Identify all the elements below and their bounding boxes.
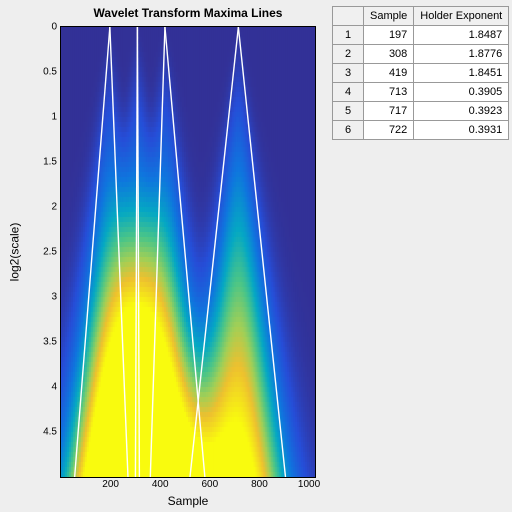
cell-holder: 0.3905 — [414, 83, 509, 102]
table-row: 23081.8776 — [333, 45, 509, 64]
x-tick: 400 — [152, 479, 169, 490]
table-row: 57170.3923 — [333, 102, 509, 121]
row-index: 3 — [333, 64, 364, 83]
holder-exponent-table: Sample Holder Exponent 11971.848723081.8… — [332, 6, 509, 140]
table-row: 34191.8451 — [333, 64, 509, 83]
cell-holder: 1.8487 — [414, 26, 509, 45]
y-tick: 2.5 — [27, 247, 57, 258]
y-tick: 0.5 — [27, 67, 57, 78]
y-tick: 3.5 — [27, 337, 57, 348]
y-tick: 3 — [27, 292, 57, 303]
row-index: 6 — [333, 121, 364, 140]
cell-sample: 722 — [364, 121, 414, 140]
x-tick: 800 — [251, 479, 268, 490]
row-index: 1 — [333, 26, 364, 45]
heatmap-svg — [61, 27, 315, 477]
table-row: 11971.8487 — [333, 26, 509, 45]
x-tick: 200 — [102, 479, 119, 490]
col-holder: Holder Exponent — [414, 7, 509, 26]
wavelet-heatmap: 00.511.522.533.544.52004006008001000 — [60, 26, 316, 478]
row-index: 5 — [333, 102, 364, 121]
cell-sample: 419 — [364, 64, 414, 83]
cell-sample: 308 — [364, 45, 414, 64]
row-index: 4 — [333, 83, 364, 102]
y-tick: 1.5 — [27, 157, 57, 168]
cell-holder: 1.8451 — [414, 64, 509, 83]
cell-sample: 197 — [364, 26, 414, 45]
table-corner — [333, 7, 364, 26]
figure: Wavelet Transform Maxima Lines log2(scal… — [0, 0, 512, 512]
y-tick: 4.5 — [27, 427, 57, 438]
cell-holder: 1.8776 — [414, 45, 509, 64]
col-sample: Sample — [364, 7, 414, 26]
row-index: 2 — [333, 45, 364, 64]
cell-holder: 0.3923 — [414, 102, 509, 121]
y-axis-label: log2(scale) — [4, 26, 24, 478]
x-tick: 1000 — [298, 479, 320, 490]
cell-sample: 717 — [364, 102, 414, 121]
x-axis-label: Sample — [60, 494, 316, 508]
cell-holder: 0.3931 — [414, 121, 509, 140]
y-tick: 4 — [27, 382, 57, 393]
plot-title: Wavelet Transform Maxima Lines — [60, 6, 316, 20]
x-tick: 600 — [201, 479, 218, 490]
cell-sample: 713 — [364, 83, 414, 102]
y-tick: 1 — [27, 112, 57, 123]
table-row: 47130.3905 — [333, 83, 509, 102]
table-row: 67220.3931 — [333, 121, 509, 140]
y-tick: 2 — [27, 202, 57, 213]
y-tick: 0 — [27, 22, 57, 33]
